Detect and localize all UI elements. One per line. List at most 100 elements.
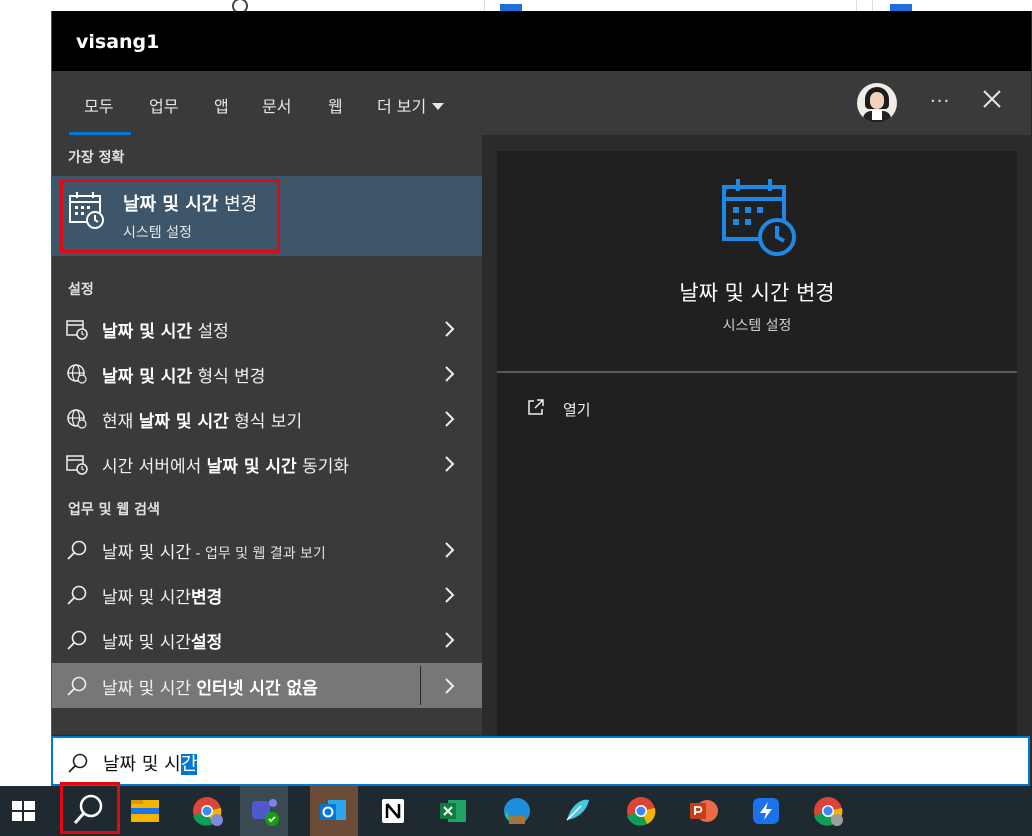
chevron-right-icon[interactable] — [444, 586, 456, 604]
chevron-right-icon[interactable] — [444, 455, 456, 473]
list-item[interactable]: 날짜 및 시간변경 — [52, 572, 482, 617]
label-post: 형식 보기 — [228, 412, 303, 432]
list-item-label: 현재 날짜 및 시간 형식 보기 — [102, 407, 302, 432]
best-match-subtitle: 시스템 설정 — [123, 225, 192, 241]
chevron-right-icon[interactable] — [444, 541, 456, 559]
file-explorer-icon[interactable] — [121, 786, 169, 836]
search-query: 날짜 및 시간 — [103, 750, 198, 776]
preview-subtitle: 시스템 설정 — [722, 318, 792, 334]
app-feather-icon[interactable] — [553, 786, 601, 836]
list-item[interactable]: 날짜 및 시간 - 업무 및 웹 결과 보기 — [52, 527, 482, 572]
chrome-icon[interactable] — [183, 786, 231, 836]
search-typed-text: 날짜 및 시 — [103, 754, 181, 775]
chevron-right-icon[interactable] — [444, 320, 456, 338]
preview-divider — [497, 371, 1017, 373]
row-divider — [420, 666, 421, 705]
label-bold: 날짜 및 시간 — [206, 457, 297, 477]
highlight-box — [60, 782, 120, 834]
open-icon[interactable] — [527, 398, 545, 416]
search-selected-text: 간 — [180, 754, 198, 775]
panel-header: visang1 — [52, 11, 1031, 71]
search-icon — [67, 676, 87, 696]
list-item[interactable]: 날짜 및 시간 형식 변경 — [52, 351, 482, 396]
best-match-title-bold: 날짜 및 시간 — [123, 194, 219, 215]
best-match-item[interactable]: 날짜 및 시간 변경 시스템 설정 — [52, 176, 482, 256]
tab-documents[interactable]: 문서 — [262, 93, 291, 117]
edge-icon[interactable] — [493, 786, 541, 836]
calendar-clock-icon — [722, 179, 796, 256]
tab-more-label: 더 보기 — [377, 97, 427, 116]
label-post: 형식 변경 — [192, 367, 266, 387]
label-bold: 날짜 및 시간 — [102, 322, 193, 342]
tab-work[interactable]: 업무 — [149, 93, 178, 117]
tab-web[interactable]: 웹 — [328, 93, 343, 117]
label-post: 설정 — [192, 322, 229, 342]
chevron-right-icon[interactable] — [444, 677, 456, 695]
list-item-label: 날짜 및 시간 형식 변경 — [102, 362, 265, 387]
calendar-clock-icon — [66, 455, 88, 475]
more-options-button[interactable]: ··· — [930, 91, 950, 112]
list-item[interactable]: 날짜 및 시간 설정 — [52, 306, 482, 351]
search-input[interactable]: 날짜 및 시간 — [51, 736, 1030, 786]
label-pre: 날짜 및 시간 — [102, 679, 197, 699]
tab-all[interactable]: 모두 — [84, 93, 113, 117]
tab-more[interactable]: 더 보기 — [377, 93, 445, 117]
chrome-icon[interactable] — [617, 786, 665, 836]
chevron-right-icon[interactable] — [444, 410, 456, 428]
globe-icon — [67, 364, 87, 384]
best-match-title: 날짜 및 시간 변경 — [123, 190, 257, 216]
label-bold: 날짜 및 시간 — [138, 412, 229, 432]
label-pre: 날짜 및 시간 — [102, 588, 192, 608]
lightning-app-icon[interactable] — [742, 786, 790, 836]
excel-icon[interactable] — [430, 786, 478, 836]
label-pre: 날짜 및 시간 — [102, 543, 192, 563]
avatar-face — [870, 92, 884, 109]
section-web-search: 업무 및 웹 검색 — [68, 502, 160, 518]
preview-title: 날짜 및 시간 변경 — [679, 281, 835, 305]
account-name: visang1 — [76, 31, 160, 53]
start-search-panel: visang1 모두 업무 앱 문서 웹 더 보기 ··· 가장 정확 날짜 및… — [51, 11, 1032, 786]
windows-start-icon[interactable] — [0, 786, 48, 836]
list-item[interactable]: 시간 서버에서 날짜 및 시간 동기화 — [52, 441, 482, 486]
search-results-list: 가장 정확 날짜 및 시간 변경 시스템 설정 설정 날짜 및 시간 설정 날짜… — [52, 135, 482, 735]
list-item[interactable]: 날짜 및 시간 인터넷 시간 없음 — [52, 663, 482, 708]
teams-icon[interactable] — [240, 786, 288, 836]
section-best-match: 가장 정확 — [68, 150, 125, 166]
list-item[interactable]: 현재 날짜 및 시간 형식 보기 — [52, 396, 482, 441]
label-pre: 날짜 및 시간 — [102, 633, 192, 653]
search-icon — [67, 630, 87, 650]
label-pre: 현재 — [102, 412, 139, 432]
close-icon[interactable] — [982, 89, 1002, 109]
powerpoint-icon[interactable] — [680, 786, 728, 836]
list-item-label: 날짜 및 시간 설정 — [102, 317, 229, 342]
chevron-right-icon[interactable] — [444, 631, 456, 649]
filter-tabs: 모두 업무 앱 문서 웹 더 보기 ··· — [52, 71, 1031, 135]
search-icon — [67, 585, 87, 605]
label-post: 동기화 — [296, 457, 350, 477]
tab-apps[interactable]: 앱 — [214, 93, 229, 117]
calendar-clock-icon — [69, 192, 104, 229]
globe-icon — [67, 409, 87, 429]
avatar[interactable] — [857, 83, 897, 123]
preview-pane: 날짜 및 시간 변경 시스템 설정 열기 — [497, 151, 1017, 736]
label-bold: 인터넷 시간 없음 — [196, 679, 318, 699]
section-settings: 설정 — [68, 282, 94, 298]
label-bold: 날짜 및 시간 — [102, 367, 193, 387]
list-item-label: 날짜 및 시간변경 — [102, 583, 222, 608]
label-pre: 시간 서버에서 — [102, 457, 207, 477]
search-icon — [67, 540, 87, 560]
outlook-icon[interactable] — [310, 786, 358, 836]
list-item-label: 시간 서버에서 날짜 및 시간 동기화 — [102, 452, 349, 477]
list-item[interactable]: 날짜 및 시간설정 — [52, 617, 482, 662]
search-icon — [68, 753, 88, 773]
avatar-collar — [872, 110, 882, 120]
chevron-right-icon[interactable] — [444, 365, 456, 383]
notion-icon[interactable] — [369, 786, 417, 836]
calendar-clock-icon — [66, 320, 88, 340]
chrome-icon[interactable] — [804, 786, 852, 836]
list-item-label: 날짜 및 시간설정 — [102, 628, 222, 653]
list-item-label: 날짜 및 시간 인터넷 시간 없음 — [102, 674, 318, 699]
open-action[interactable]: 열기 — [563, 399, 591, 420]
label-bold: 변경 — [191, 588, 223, 608]
label-bold: 설정 — [191, 633, 223, 653]
